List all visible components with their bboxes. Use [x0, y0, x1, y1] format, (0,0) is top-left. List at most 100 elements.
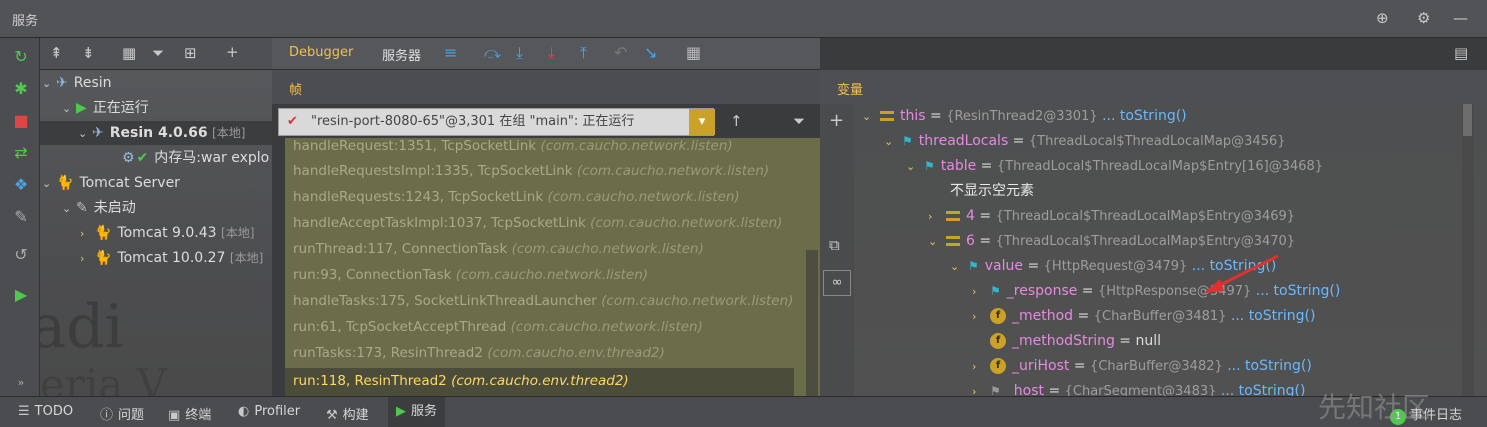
frame-item[interactable]: run:61, TcpSocketAcceptThread (com.cauch…	[293, 319, 703, 335]
debug-icon[interactable]: ✱	[10, 78, 32, 100]
frame-item[interactable]: handleRequest:1351, TcpSocketLink (com.c…	[293, 138, 733, 154]
group-icon[interactable]: ▦	[122, 44, 136, 62]
step-into-icon[interactable]: ⤓	[516, 43, 523, 63]
variable-row[interactable]: › f _uriHost = {CharBuffer@3482} ... toStr…	[972, 354, 1312, 379]
tree-item-running[interactable]: ⌄ ▶ 正在运行	[62, 96, 149, 120]
copy-icon[interactable]: ⧉	[829, 236, 840, 254]
title-bar: 服务 ⊕ ⚙ —	[0, 0, 1487, 38]
chevron-down-icon[interactable]: ⌄	[928, 229, 946, 254]
step-over-icon[interactable]: ⤼	[484, 43, 501, 63]
terminal-icon: ▣	[168, 408, 181, 423]
filter-icon[interactable]: ⏷	[793, 112, 805, 130]
glasses-icon[interactable]: ∞	[823, 270, 851, 296]
show-execution-point-icon[interactable]: ≡	[444, 43, 457, 62]
deploy-icon[interactable]: ⇄	[10, 142, 32, 164]
variable-row[interactable]: f _methodString = null	[972, 329, 1161, 354]
frame-item[interactable]: run:93, ConnectionTask (com.caucho.netwo…	[293, 267, 648, 283]
variable-row[interactable]: ⌄ ⚑ threadLocals = {ThreadLocal$ThreadLoca…	[884, 129, 1286, 154]
build-tab[interactable]: ⚒ 构建	[326, 404, 369, 423]
add-icon[interactable]: +	[226, 43, 239, 61]
chevron-right-icon[interactable]: ›	[972, 379, 990, 396]
gear-icon[interactable]: ⚙	[1417, 9, 1430, 27]
tree-item-artifact[interactable]: ⚙ ✔ 内存马:war explo	[122, 146, 269, 170]
refresh-icon[interactable]: ↺	[10, 244, 32, 266]
frames-scrollbar[interactable]	[806, 250, 818, 396]
variable-value: {CharBuffer@3481}	[1093, 309, 1227, 324]
layout-icon[interactable]: ▤	[1454, 44, 1468, 62]
drop-frame-icon[interactable]: ↶	[614, 43, 627, 62]
crosshair-icon[interactable]: ⊕	[1376, 9, 1389, 27]
chevron-right-icon[interactable]: ›	[80, 222, 94, 246]
tree-item-resin[interactable]: ⌄ ✈ Resin	[42, 71, 112, 95]
minimize-icon[interactable]: —	[1453, 9, 1468, 27]
new-tab-icon[interactable]: ⊞	[184, 44, 197, 62]
tab-server[interactable]: 服务器	[382, 45, 421, 64]
artifact-icon[interactable]: ❖	[10, 174, 32, 196]
frame-item[interactable]: handleRequests:1243, TcpSocketLink (com.…	[293, 189, 740, 205]
chevron-down-icon[interactable]: ⌄	[42, 172, 56, 196]
frame-item[interactable]: handleRequestsImpl:1335, TcpSocketLink (…	[293, 163, 769, 179]
variables-scroll-thumb[interactable]	[1463, 104, 1472, 136]
chevron-down-icon[interactable]: ⌄	[862, 104, 880, 129]
stop-icon[interactable]: ■	[10, 110, 32, 132]
thread-select[interactable]: ✔ "resin-port-8080-65"@3,301 在组 "main": …	[278, 108, 715, 136]
variable-row[interactable]: › 4 = {ThreadLocal$ThreadLocalMap$Entry@3…	[928, 204, 1295, 229]
evaluate-icon[interactable]: ▦	[686, 43, 701, 62]
frame-item[interactable]: runTasks:173, ResinThread2 (com.caucho.e…	[293, 345, 665, 361]
tree-item-resin-4066[interactable]: ⌄ ✈ Resin 4.0.66 [本地]	[40, 121, 272, 145]
profiler-tab[interactable]: ◐ Profiler	[238, 404, 300, 419]
chevron-down-icon[interactable]: ⌄	[884, 129, 902, 154]
chevron-right-icon[interactable]: ›	[80, 247, 94, 271]
frame-item[interactable]: runThread:117, ConnectionTask (com.cauch…	[293, 241, 704, 257]
todo-tab[interactable]: ☰ TODO	[18, 404, 73, 419]
chevron-down-icon[interactable]: ⌄	[78, 122, 92, 146]
tostring-link[interactable]: ... toString()	[1227, 358, 1312, 374]
variable-row[interactable]: › f _method = {CharBuffer@3481} ... toStri…	[972, 304, 1315, 329]
tree-item-label: Tomcat 10.0.27	[117, 250, 226, 266]
add-watch-icon[interactable]: +	[829, 110, 844, 131]
chevron-down-icon[interactable]: ⌄	[950, 254, 968, 279]
tree-item-not-started[interactable]: ⌄ ✎ 未启动	[62, 196, 136, 220]
variable-name: _methodString	[1012, 333, 1115, 349]
resume-icon[interactable]: ▶	[10, 284, 32, 306]
rerun-icon[interactable]: ↻	[10, 46, 32, 68]
tostring-link[interactable]: ... toString()	[1221, 383, 1306, 396]
thread-select-value: "resin-port-8080-65"@3,301 在组 "main": 正在…	[311, 114, 635, 129]
variable-row[interactable]: › ⚑ _host = {CharSegment@3483} ... toStrin…	[972, 379, 1305, 396]
step-out-icon[interactable]: ⤒	[580, 43, 587, 63]
tree-item-tomcat-server[interactable]: ⌄ 🐈 Tomcat Server	[42, 171, 180, 195]
variables-scrollbar[interactable]	[1462, 104, 1474, 396]
tostring-link[interactable]: ... toString()	[1102, 108, 1187, 124]
chevron-down-icon[interactable]: ⌄	[62, 97, 76, 121]
frame-item[interactable]: handleTasks:175, SocketLinkThreadLaunche…	[293, 293, 793, 309]
services-tab[interactable]: ▶ 服务	[388, 397, 446, 427]
force-step-into-icon[interactable]: ⤓	[548, 43, 555, 63]
tree-item-tomcat-9[interactable]: › 🐈 Tomcat 9.0.43 [本地]	[80, 221, 254, 245]
wrench-icon[interactable]: ✎	[10, 206, 32, 228]
tostring-link[interactable]: ... toString()	[1231, 308, 1316, 324]
up-arrow-icon[interactable]: ↑	[730, 112, 743, 130]
local-tag: [本地]	[221, 226, 255, 240]
tab-debugger[interactable]: Debugger	[289, 45, 353, 60]
chevron-down-icon[interactable]: ⌄	[42, 72, 56, 96]
tomcat-icon: 🐈	[94, 250, 112, 266]
filter-icon[interactable]: ⏷	[152, 44, 164, 62]
terminal-tab[interactable]: ▣ 终端	[168, 404, 211, 423]
chevron-right-icon[interactable]: ›	[928, 204, 946, 229]
variable-row[interactable]: ⌄ this = {ResinThread2@3301} ... toString…	[862, 104, 1187, 129]
expand-all-icon[interactable]: ⇞	[50, 44, 63, 62]
frame-item-current[interactable]: run:118, ResinThread2 (com.caucho.env.th…	[293, 373, 629, 389]
frame-item[interactable]: handleAcceptTaskImpl:1037, TcpSocketLink…	[293, 215, 782, 231]
chevron-down-icon[interactable]: ⌄	[906, 154, 924, 179]
chevron-right-icon[interactable]: ›	[972, 354, 990, 379]
collapse-all-icon[interactable]: ⇟	[82, 44, 95, 62]
chevron-down-icon[interactable]: ▾	[689, 109, 715, 135]
tree-item-tomcat-10[interactable]: › 🐈 Tomcat 10.0.27 [本地]	[80, 246, 263, 270]
expand-icon[interactable]: »	[10, 372, 32, 394]
run-to-cursor-icon[interactable]: ↘	[644, 43, 657, 62]
variable-row[interactable]: ⌄ ⚑ table = {ThreadLocal$ThreadLocalMap$En…	[906, 154, 1323, 179]
chevron-down-icon[interactable]: ⌄	[62, 197, 76, 221]
chevron-right-icon[interactable]: ›	[972, 304, 990, 329]
problems-tab[interactable]: ⓘ 问题	[100, 404, 144, 423]
chevron-right-icon[interactable]: ›	[972, 279, 990, 304]
